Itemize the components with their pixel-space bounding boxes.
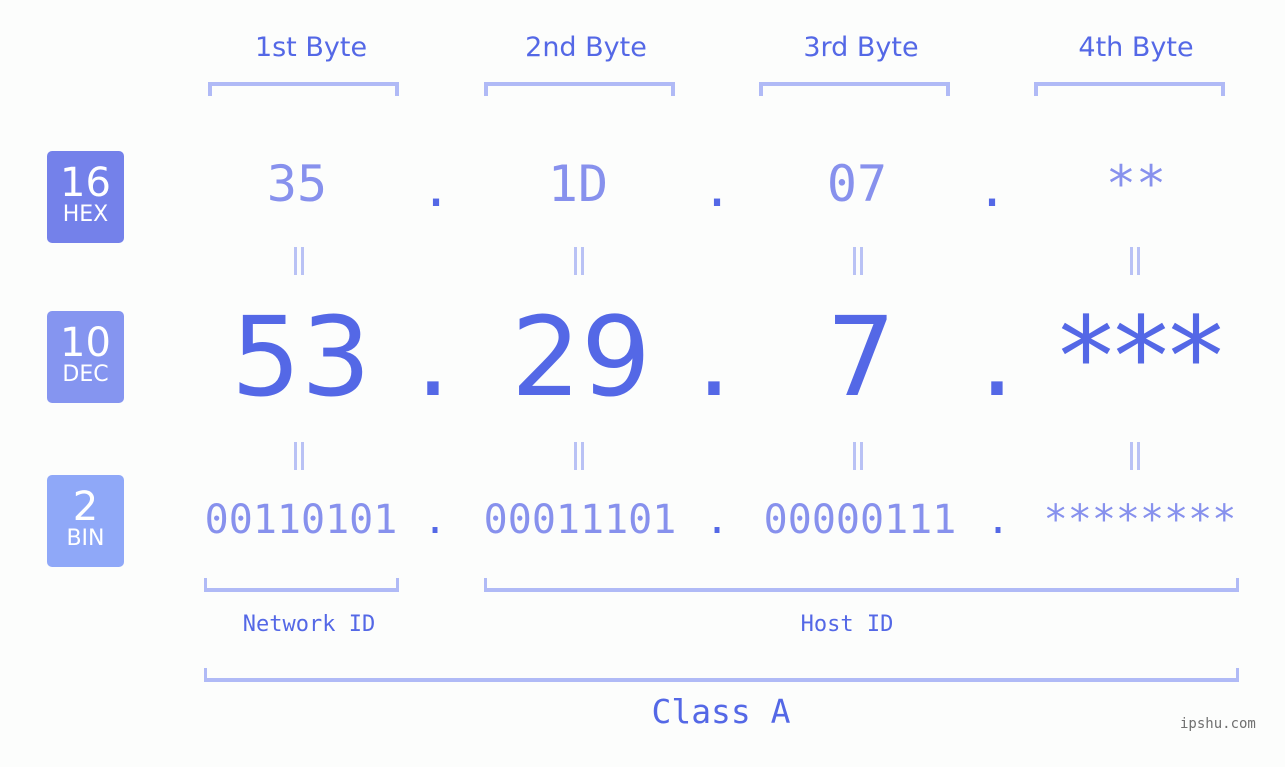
bin-base-label: BIN: [66, 526, 105, 551]
host-id-label: Host ID: [800, 612, 894, 637]
hex-dot-2: .: [701, 160, 733, 218]
byte-bracket-2: [484, 82, 675, 96]
byte-bracket-4: [1034, 82, 1225, 96]
byte-label-1: 1st Byte: [254, 32, 368, 63]
dec-value-1: 53: [231, 293, 371, 421]
bin-badge: 2 BIN: [47, 475, 124, 567]
hex-dot-3: .: [976, 160, 1008, 218]
byte-label-4: 4th Byte: [1078, 32, 1194, 63]
hex-base-label: HEX: [62, 202, 109, 227]
hex-value-1: 35: [266, 155, 328, 213]
host-id-bracket: [484, 578, 1239, 592]
bin-value-3: 00000111: [763, 497, 957, 543]
equals-sign: [292, 247, 306, 275]
hex-value-4: **: [1105, 155, 1167, 213]
bin-value-2: 00011101: [483, 497, 677, 543]
bin-base-number: 2: [72, 484, 99, 530]
equals-sign: [851, 247, 865, 275]
hex-value-2: 1D: [547, 155, 609, 213]
equals-sign: [1128, 442, 1142, 470]
dec-base-number: 10: [60, 320, 111, 366]
hex-base-number: 16: [60, 160, 111, 206]
network-id-label: Network ID: [242, 612, 376, 637]
bin-dot-1: .: [422, 497, 448, 543]
byte-bracket-3: [759, 82, 950, 96]
watermark: ipshu.com: [1180, 716, 1256, 732]
equals-sign: [572, 442, 586, 470]
hex-dot-1: .: [420, 160, 452, 218]
class-label: Class A: [651, 692, 791, 731]
dec-value-2: 29: [511, 293, 651, 421]
byte-label-3: 3rd Byte: [803, 32, 919, 63]
equals-sign: [572, 247, 586, 275]
dec-base-label: DEC: [62, 362, 109, 387]
byte-label-2: 2nd Byte: [525, 32, 647, 63]
equals-sign: [292, 442, 306, 470]
hex-value-3: 07: [826, 155, 888, 213]
network-id-bracket: [204, 578, 399, 592]
equals-sign: [851, 442, 865, 470]
dec-badge: 10 DEC: [47, 311, 124, 403]
bin-value-4: ********: [1043, 497, 1237, 543]
equals-sign: [1128, 247, 1142, 275]
dec-value-4: ***: [1058, 293, 1224, 421]
hex-badge: 16 HEX: [47, 151, 124, 243]
byte-bracket-1: [208, 82, 399, 96]
dec-value-3: 7: [826, 293, 896, 421]
bin-value-1: 00110101: [204, 497, 398, 543]
class-bracket: [204, 668, 1239, 682]
